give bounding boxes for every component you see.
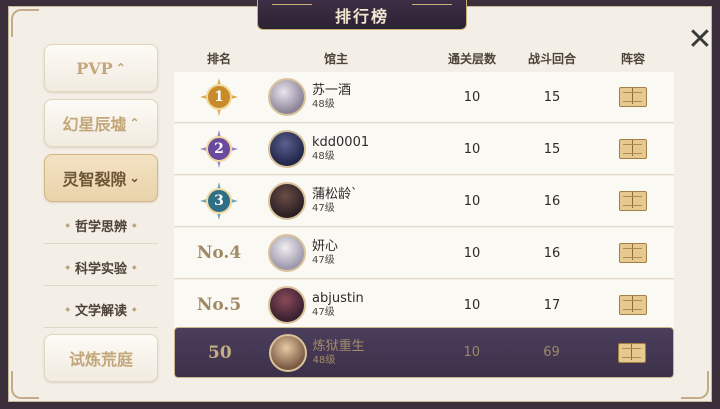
team-book-icon[interactable] xyxy=(618,342,647,363)
header-rank: 排名 xyxy=(206,51,231,66)
sidebar-item-label: 幻星辰墟 xyxy=(62,115,127,134)
page-title: 排行榜 xyxy=(257,0,467,30)
sidebar-item-huanxing[interactable]: 幻星辰墟 ⌃ xyxy=(44,99,158,147)
floors-value: 10 xyxy=(463,193,481,209)
sidebar-subitem-science[interactable]: 科学实验 xyxy=(44,250,158,286)
rank-number: 3 xyxy=(206,188,232,214)
sidebar-item-label: 试炼荒庭 xyxy=(68,350,133,369)
rank-number: 50 xyxy=(207,342,232,363)
sidebar-item-label: PVP xyxy=(76,58,113,78)
rank-number: No.4 xyxy=(196,243,242,263)
player-level: 48级 xyxy=(312,151,335,162)
sidebar-item-trial[interactable]: 试炼荒庭 xyxy=(44,334,158,382)
rounds-value: 15 xyxy=(543,89,561,105)
team-book-icon[interactable] xyxy=(619,243,647,263)
rank-number: 2 xyxy=(206,136,232,162)
sidebar-item-pvp[interactable]: PVP ⌃ xyxy=(44,44,158,92)
floors-value: 10 xyxy=(463,89,481,105)
floors-value: 10 xyxy=(463,345,481,360)
player-level: 48级 xyxy=(312,354,336,366)
table-row: No.4 妍心 47级 10 16 xyxy=(174,228,674,279)
floors-value: 10 xyxy=(463,141,481,157)
table-row: 2 kdd0001 48级 10 15 xyxy=(174,124,674,175)
player-name: 蒲松龄` xyxy=(312,187,358,202)
header-lord: 馆主 xyxy=(324,51,349,66)
avatar[interactable] xyxy=(268,333,307,372)
avatar[interactable] xyxy=(268,234,306,272)
floors-value: 10 xyxy=(463,245,481,261)
team-book-icon[interactable] xyxy=(619,191,647,211)
rank-number: No.5 xyxy=(196,295,242,315)
sidebar-subitem-philosophy[interactable]: 哲学思辨 xyxy=(44,208,158,244)
player-level: 47级 xyxy=(312,203,335,214)
table-row: No.5 abjustin 47级 10 17 xyxy=(174,280,674,331)
player-level: 47级 xyxy=(312,255,335,266)
team-book-icon[interactable] xyxy=(619,87,647,107)
player-name: kdd0001 xyxy=(312,135,370,150)
avatar[interactable] xyxy=(268,182,306,220)
close-button[interactable]: ✕ xyxy=(686,22,714,57)
avatar[interactable] xyxy=(268,130,306,168)
rank-3-badge-icon: 3 xyxy=(200,182,238,220)
rounds-value: 17 xyxy=(543,297,561,313)
table-header: 排名 馆主 通关层数 战斗回合 阵容 xyxy=(174,44,674,73)
header-rounds: 战斗回合 xyxy=(527,51,576,66)
sidebar-item-lingzhi[interactable]: 灵智裂隙 ⌄ xyxy=(44,154,158,202)
my-rank-row: 50 炼狱重生 48级 10 69 xyxy=(174,327,674,378)
close-icon: ✕ xyxy=(687,22,713,57)
player-level: 48级 xyxy=(312,99,335,110)
rank-1-badge-icon: 1 xyxy=(200,78,238,116)
avatar[interactable] xyxy=(268,286,306,324)
rank-number: 1 xyxy=(206,84,232,110)
rounds-value: 16 xyxy=(543,245,561,261)
player-name: 苏一酒 xyxy=(312,83,352,98)
corner-ornament xyxy=(11,9,39,37)
header-team: 阵容 xyxy=(620,51,645,66)
chevron-up-icon: ⌃ xyxy=(115,61,126,75)
rounds-value: 69 xyxy=(543,345,560,360)
player-level: 47级 xyxy=(312,307,335,318)
floors-value: 10 xyxy=(463,297,481,313)
leaderboard-table: 排名 馆主 通关层数 战斗回合 阵容 1 苏一酒 48级 10 15 2 kdd… xyxy=(174,44,674,378)
rank-2-badge-icon: 2 xyxy=(200,130,238,168)
rounds-value: 15 xyxy=(543,141,561,157)
table-row: 1 苏一酒 48级 10 15 xyxy=(174,72,674,123)
team-book-icon[interactable] xyxy=(619,295,647,315)
player-name: 炼狱重生 xyxy=(312,338,365,354)
player-name: abjustin xyxy=(312,291,364,306)
rounds-value: 16 xyxy=(543,193,561,209)
sidebar-item-label: 灵智裂隙 xyxy=(62,170,127,189)
chevron-up-icon: ⌃ xyxy=(129,116,140,130)
team-book-icon[interactable] xyxy=(619,139,647,159)
table-row: 3 蒲松龄` 47级 10 16 xyxy=(174,176,674,227)
header-floors: 通关层数 xyxy=(447,51,496,66)
corner-ornament xyxy=(681,371,709,399)
chevron-down-icon: ⌄ xyxy=(129,171,140,185)
corner-ornament xyxy=(11,371,39,399)
avatar[interactable] xyxy=(268,78,306,116)
sidebar-subitem-literature[interactable]: 文学解读 xyxy=(44,292,158,328)
player-name: 妍心 xyxy=(312,239,339,254)
